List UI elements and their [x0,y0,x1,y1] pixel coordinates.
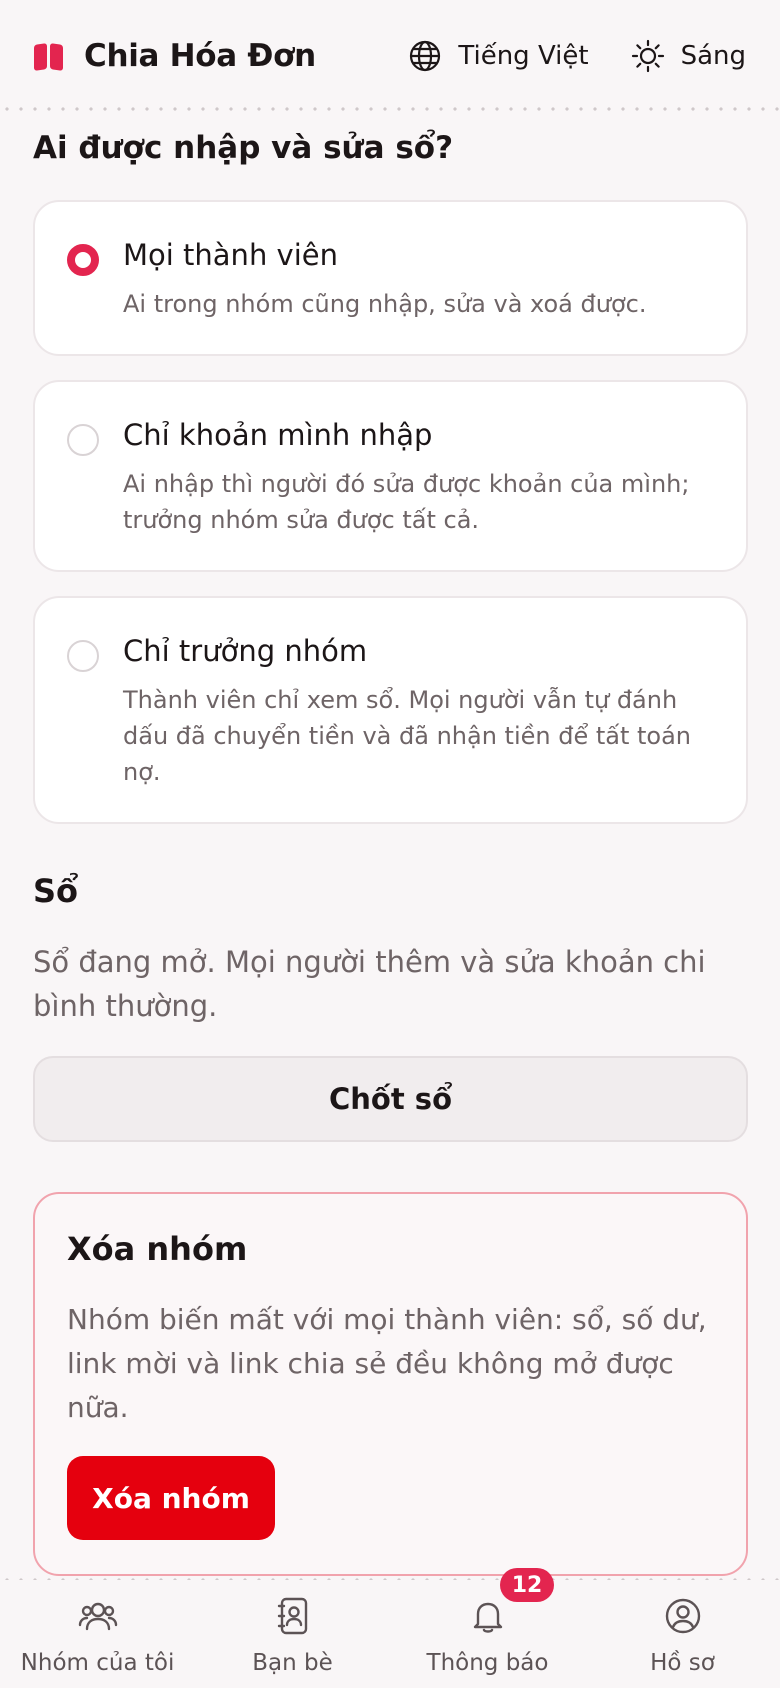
nav-my-groups[interactable]: Nhóm của tôi [0,1580,195,1688]
app-title: Chia Hóa Đơn [84,38,316,74]
option-description: Thành viên chỉ xem sổ. Mọi người vẫn tự … [123,686,692,786]
radio-selected[interactable] [67,244,99,276]
nav-notifications[interactable]: 12 Thông báo [390,1568,585,1688]
header-actions: Tiếng Việt Sáng [408,39,746,73]
permission-option-own-entries[interactable]: Chỉ khoản mình nhập Ai nhập thì người đó… [33,380,748,572]
receipt-logo-icon [34,42,64,71]
close-ledger-button[interactable]: Chốt sổ [33,1056,748,1142]
group-settings-screen: Chia Hóa Đơn Tiếng Việt Sáng Ai được nhậ… [0,0,780,1688]
language-label: Tiếng Việt [458,41,589,71]
delete-group-title: Xóa nhóm [67,1230,248,1268]
option-label: Chỉ trưởng nhóm [123,634,368,668]
header-divider [0,107,780,111]
ledger-title: Sổ [33,872,79,910]
permissions-title: Ai được nhập và sửa sổ? [33,130,454,166]
radio-unselected[interactable] [67,424,99,456]
option-description: Ai nhập thì người đó sửa được khoản của … [123,470,690,534]
language-switcher[interactable]: Tiếng Việt [408,39,589,73]
sun-icon [631,39,664,73]
bottom-navigation: Nhóm của tôi Bạn bè 12 Thông báo Hồ sơ [0,1568,780,1688]
option-description: Ai trong nhóm cũng nhập, sửa và xoá được… [123,290,647,318]
theme-label: Sáng [680,41,746,71]
users-icon [78,1602,117,1631]
option-label: Mọi thành viên [123,238,338,272]
permission-option-all-members[interactable]: Mọi thành viên Ai trong nhóm cũng nhập, … [33,200,748,356]
top-app-bar: Chia Hóa Đơn Tiếng Việt Sáng [0,0,780,112]
nav-label: Thông báo [426,1650,549,1676]
permission-option-leader-only[interactable]: Chỉ trưởng nhóm Thành viên chỉ xem sổ. M… [33,596,748,824]
radio-unselected[interactable] [67,640,99,672]
option-label: Chỉ khoản mình nhập [123,418,433,452]
nav-profile[interactable]: Hồ sơ [585,1580,780,1688]
delete-group-card: Xóa nhóm Nhóm biến mất với mọi thành viê… [33,1192,748,1576]
nav-label: Bạn bè [252,1650,333,1676]
nav-label: Hồ sơ [650,1650,715,1676]
nav-friends[interactable]: Bạn bè [195,1580,390,1688]
delete-group-button[interactable]: Xóa nhóm [67,1456,275,1540]
delete-group-description: Nhóm biến mất với mọi thành viên: sổ, số… [67,1303,707,1424]
bell-icon [473,1602,502,1633]
nav-label: Nhóm của tôi [20,1650,175,1676]
theme-toggle[interactable]: Sáng [631,39,746,73]
profile-icon [665,1598,700,1634]
contacts-icon [277,1597,307,1635]
notification-count-badge: 12 [500,1568,554,1602]
globe-icon [410,40,441,72]
ledger-status-text: Sổ đang mở. Mọi người thêm và sửa khoản … [33,945,706,1023]
